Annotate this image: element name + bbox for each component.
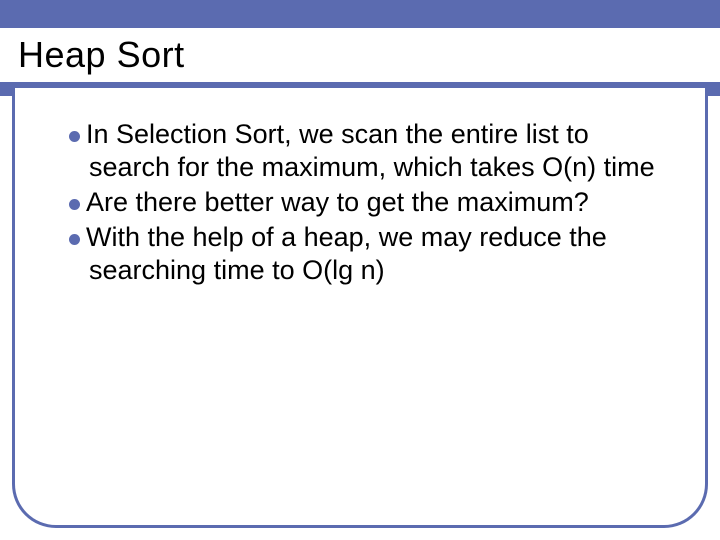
header-accent-band bbox=[0, 0, 720, 28]
title-area: Heap Sort bbox=[0, 28, 720, 82]
bullet-icon bbox=[69, 131, 80, 142]
slide-title: Heap Sort bbox=[18, 34, 185, 76]
bullet-text: With the help of a heap, we may reduce t… bbox=[86, 222, 607, 285]
bullet-text: Are there better way to get the maximum? bbox=[86, 187, 589, 217]
bullet-item: With the help of a heap, we may reduce t… bbox=[69, 221, 673, 287]
bullet-item: In Selection Sort, we scan the entire li… bbox=[69, 118, 673, 184]
bullet-list: In Selection Sort, we scan the entire li… bbox=[15, 88, 705, 309]
bullet-text: In Selection Sort, we scan the entire li… bbox=[86, 119, 655, 182]
content-frame: In Selection Sort, we scan the entire li… bbox=[12, 88, 708, 528]
bullet-icon bbox=[69, 234, 80, 245]
bullet-icon bbox=[69, 199, 80, 210]
bullet-item: Are there better way to get the maximum? bbox=[69, 186, 673, 219]
